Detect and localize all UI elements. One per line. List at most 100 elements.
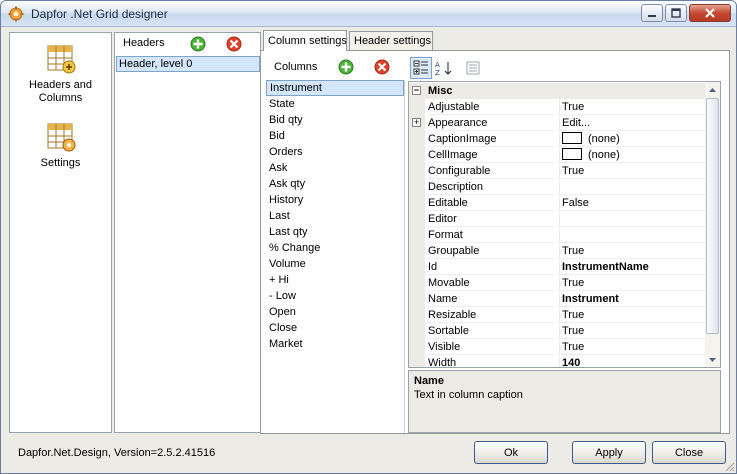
column-item[interactable]: History <box>266 192 404 208</box>
collapse-icon[interactable]: − <box>412 86 421 95</box>
property-row[interactable]: Sortable True <box>409 323 706 339</box>
column-item[interactable]: Bid qty <box>266 112 404 128</box>
property-value[interactable]: True <box>559 307 706 323</box>
resize-grip-icon[interactable] <box>723 460 735 472</box>
category-row-misc[interactable]: − Misc <box>409 83 706 99</box>
column-item[interactable]: State <box>266 96 404 112</box>
arrow-down-icon <box>709 357 716 362</box>
property-row[interactable]: Configurable True <box>409 163 706 179</box>
property-name: Editable <box>427 195 557 211</box>
nav-item-label: Settings <box>40 157 81 169</box>
categorized-button[interactable] <box>410 57 432 79</box>
column-item[interactable]: Close <box>266 320 404 336</box>
property-row[interactable]: Editor <box>409 211 706 227</box>
property-value[interactable]: Edit... <box>559 115 706 131</box>
column-item[interactable]: Volume <box>266 256 404 272</box>
column-item[interactable]: Last <box>266 208 404 224</box>
column-item[interactable]: Last qty <box>266 224 404 240</box>
column-item[interactable]: - Low <box>266 288 404 304</box>
close-window-button[interactable] <box>689 4 731 22</box>
property-row[interactable]: Movable True <box>409 275 706 291</box>
property-row[interactable]: Resizable True <box>409 307 706 323</box>
close-button[interactable]: Close <box>652 441 726 464</box>
categorized-icon <box>413 60 428 75</box>
property-row[interactable]: + Appearance Edit... <box>409 115 706 131</box>
add-header-button[interactable] <box>188 35 208 53</box>
version-label: Dapfor.Net.Design, Version=2.5.2.41516 <box>18 447 216 459</box>
property-row[interactable]: Visible True <box>409 339 706 355</box>
property-description-pane: Name Text in column caption <box>408 370 721 433</box>
property-name: Appearance <box>427 115 557 131</box>
scroll-up-button[interactable] <box>705 82 720 97</box>
property-value[interactable]: True <box>559 275 706 291</box>
scroll-down-button[interactable] <box>705 352 720 367</box>
column-item[interactable]: + Hi <box>266 272 404 288</box>
column-item[interactable]: Open <box>266 304 404 320</box>
property-row[interactable]: CellImage (none) <box>409 147 706 163</box>
add-column-button[interactable] <box>336 58 356 76</box>
maximize-icon <box>671 8 681 18</box>
property-pages-button[interactable] <box>462 57 484 79</box>
property-name: Description <box>427 179 557 195</box>
ok-button[interactable]: Ok <box>474 441 548 464</box>
window-title: Dapfor .Net Grid designer <box>31 7 168 21</box>
column-item[interactable]: Bid <box>266 128 404 144</box>
property-row[interactable]: Description <box>409 179 706 195</box>
alphabetical-button[interactable]: A Z <box>433 57 455 79</box>
column-item-instrument[interactable]: Instrument <box>266 80 404 96</box>
property-row[interactable]: Id InstrumentName <box>409 259 706 275</box>
property-row[interactable]: Format <box>409 227 706 243</box>
header-row[interactable]: Header, level 0 <box>116 56 260 72</box>
add-icon <box>338 59 354 75</box>
expand-icon[interactable]: + <box>412 118 421 127</box>
property-value[interactable]: Instrument <box>559 291 706 307</box>
property-value[interactable] <box>559 227 706 243</box>
svg-text:A: A <box>435 61 440 69</box>
property-row[interactable]: Adjustable True <box>409 99 706 115</box>
property-name: CaptionImage <box>427 131 557 147</box>
property-value[interactable]: True <box>559 163 706 179</box>
property-value-cell[interactable]: (none) <box>559 147 706 163</box>
property-value[interactable]: True <box>559 99 706 115</box>
property-row[interactable]: Editable False <box>409 195 706 211</box>
scroll-thumb[interactable] <box>706 98 719 334</box>
remove-header-button[interactable] <box>224 35 244 53</box>
property-name: Format <box>427 227 557 243</box>
property-name: Sortable <box>427 323 557 339</box>
tab-column-settings[interactable]: Column settings <box>263 30 347 51</box>
property-row[interactable]: Width 140 <box>409 355 706 367</box>
image-swatch-icon <box>562 132 582 144</box>
property-value[interactable]: 140 <box>559 355 706 367</box>
property-value[interactable]: InstrumentName <box>559 259 706 275</box>
column-item[interactable]: Ask qty <box>266 176 404 192</box>
tab-header-settings[interactable]: Header settings <box>349 31 433 51</box>
property-name: Configurable <box>427 163 557 179</box>
remove-column-button[interactable] <box>372 58 392 76</box>
remove-icon <box>374 59 390 75</box>
designer-window: Dapfor .Net Grid designer Headers and Co… <box>0 0 737 474</box>
property-value[interactable]: True <box>559 243 706 259</box>
property-name: Movable <box>427 275 557 291</box>
column-item[interactable]: Ask <box>266 160 404 176</box>
column-item[interactable]: Orders <box>266 144 404 160</box>
property-row[interactable]: CaptionImage (none) <box>409 131 706 147</box>
property-value[interactable]: True <box>559 339 706 355</box>
property-grid-scrollbar[interactable] <box>705 82 720 367</box>
property-value: (none) <box>588 149 620 161</box>
column-item[interactable]: Market <box>266 336 404 352</box>
property-value[interactable]: False <box>559 195 706 211</box>
property-value[interactable]: True <box>559 323 706 339</box>
app-icon <box>8 6 24 22</box>
nav-item-headers-and-columns[interactable]: Headers and Columns <box>10 43 111 105</box>
property-row-selected[interactable]: Name Instrument <box>409 291 706 307</box>
property-row[interactable]: Groupable True <box>409 243 706 259</box>
property-value[interactable] <box>559 179 706 195</box>
nav-item-settings[interactable]: Settings <box>10 121 111 170</box>
apply-button[interactable]: Apply <box>572 441 646 464</box>
column-item[interactable]: % Change <box>266 240 404 256</box>
maximize-button[interactable] <box>665 4 687 22</box>
property-value[interactable] <box>559 211 706 227</box>
property-value-cell[interactable]: (none) <box>559 131 706 147</box>
minimize-button[interactable] <box>641 4 663 22</box>
property-name: Resizable <box>427 307 557 323</box>
